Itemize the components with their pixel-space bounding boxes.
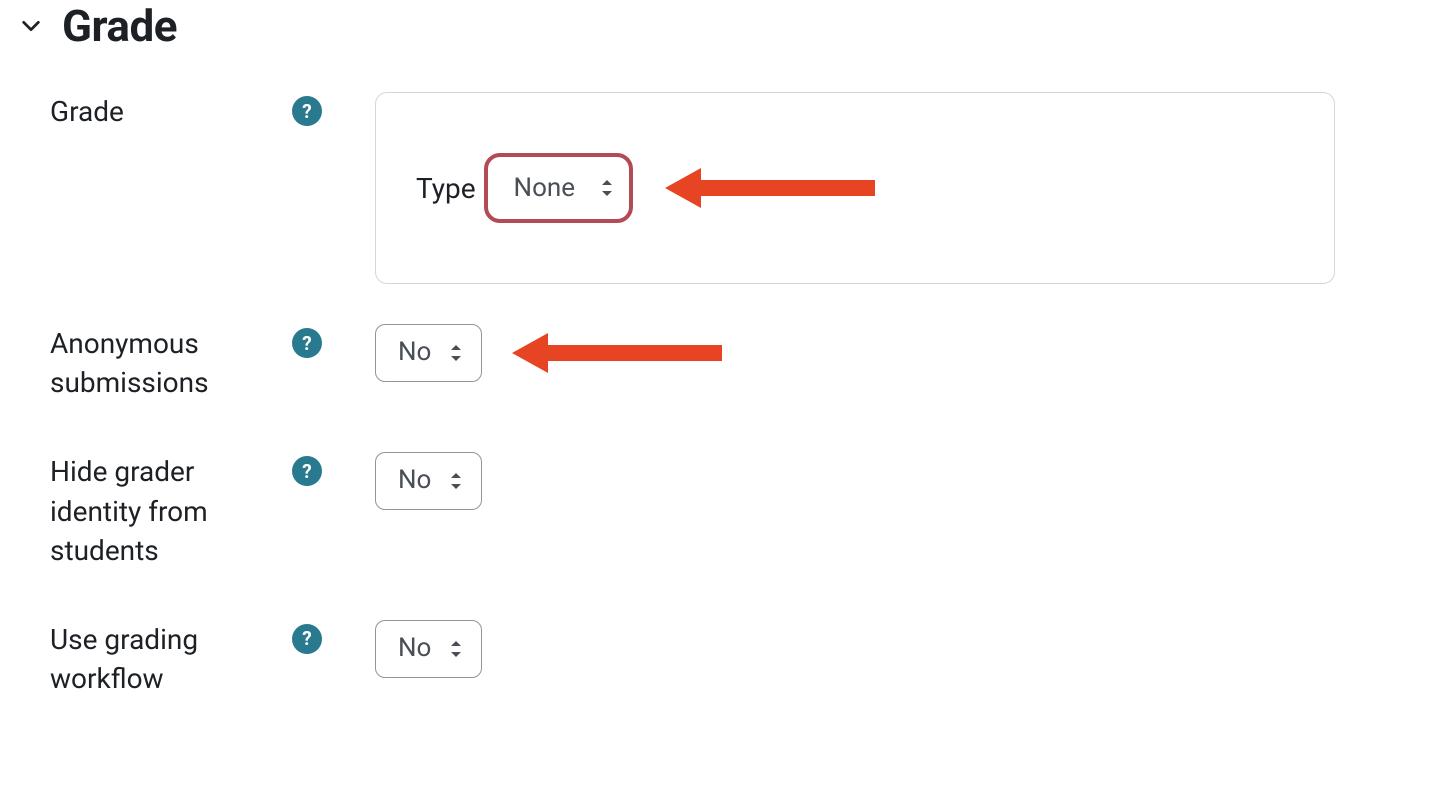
annotation-arrow-icon bbox=[512, 328, 722, 378]
workflow-row: Use grading workflow ? No bbox=[0, 620, 1434, 698]
annotation-arrow-icon bbox=[665, 163, 875, 213]
workflow-control-col: No bbox=[375, 620, 1434, 678]
workflow-select-wrap: No bbox=[375, 620, 482, 678]
section-header[interactable]: Grade bbox=[20, 0, 1434, 52]
grade-label-col: Grade ? bbox=[50, 92, 330, 131]
workflow-select[interactable]: No bbox=[375, 620, 482, 678]
grade-type-select[interactable]: None bbox=[484, 153, 634, 223]
hide-grader-value: No bbox=[398, 465, 431, 495]
workflow-label: Use grading workflow bbox=[50, 620, 292, 698]
anonymous-select-wrap: No bbox=[375, 324, 482, 382]
hide-grader-row: Hide grader identity from students ? No bbox=[0, 452, 1434, 570]
anonymous-value: No bbox=[398, 337, 431, 367]
anonymous-label-col: Anonymous submissions ? bbox=[50, 324, 330, 402]
grade-control-col: Type None bbox=[375, 92, 1434, 284]
grade-label: Grade bbox=[50, 92, 124, 131]
help-icon[interactable]: ? bbox=[292, 456, 322, 486]
grade-type-label: Type bbox=[416, 172, 476, 205]
help-icon[interactable]: ? bbox=[292, 328, 322, 358]
grade-type-value: None bbox=[514, 173, 576, 203]
section-title: Grade bbox=[62, 0, 177, 52]
form-rows: Grade ? Type None bbox=[0, 92, 1434, 698]
anonymous-control-col: No bbox=[375, 324, 1434, 382]
grade-section: Grade Grade ? Type None bbox=[0, 0, 1434, 698]
anonymous-select[interactable]: No bbox=[375, 324, 482, 382]
workflow-label-col: Use grading workflow ? bbox=[50, 620, 330, 698]
workflow-value: No bbox=[398, 633, 431, 663]
help-icon[interactable]: ? bbox=[292, 96, 322, 126]
grade-row: Grade ? Type None bbox=[0, 92, 1434, 284]
anonymous-label: Anonymous submissions bbox=[50, 324, 292, 402]
grade-type-select-wrap: None bbox=[484, 153, 634, 223]
help-icon[interactable]: ? bbox=[292, 624, 322, 654]
hide-grader-select[interactable]: No bbox=[375, 452, 482, 510]
hide-grader-label-col: Hide grader identity from students ? bbox=[50, 452, 330, 570]
grade-fieldset: Type None bbox=[375, 92, 1335, 284]
anonymous-row: Anonymous submissions ? No bbox=[0, 324, 1434, 402]
hide-grader-label: Hide grader identity from students bbox=[50, 452, 292, 570]
chevron-down-icon bbox=[20, 15, 42, 37]
hide-grader-control-col: No bbox=[375, 452, 1434, 510]
hide-grader-select-wrap: No bbox=[375, 452, 482, 510]
